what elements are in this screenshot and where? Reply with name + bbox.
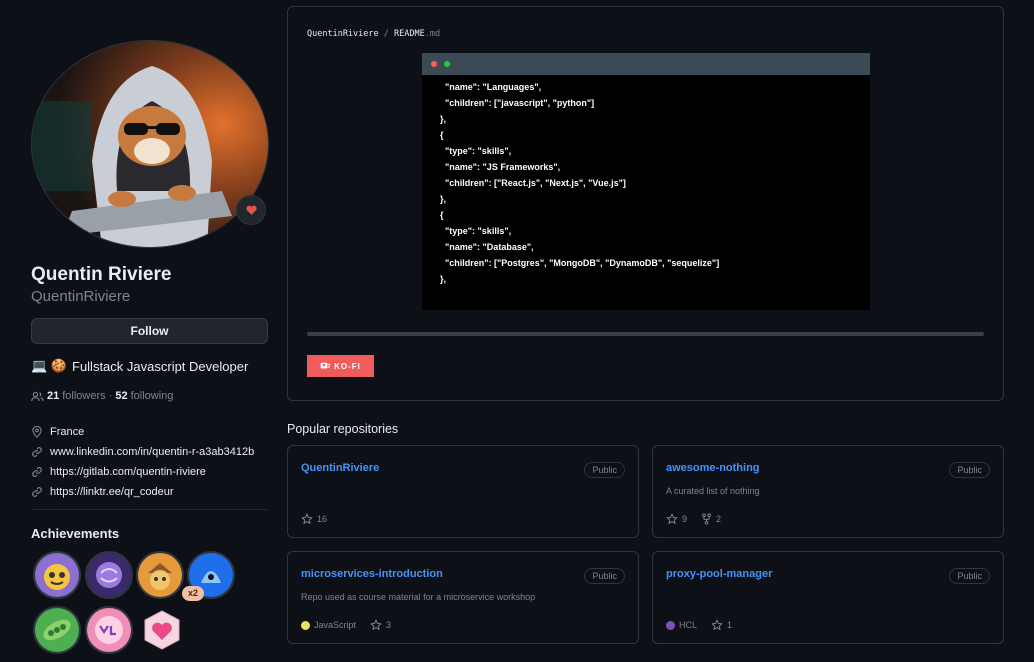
avatar[interactable] bbox=[31, 40, 269, 248]
terminal-title-bar bbox=[422, 53, 870, 75]
followers-label[interactable]: followers bbox=[62, 390, 105, 402]
follow-button[interactable]: Follow bbox=[31, 318, 268, 344]
popular-repositories-title: Popular repositories bbox=[287, 422, 399, 436]
fork-icon bbox=[702, 513, 711, 525]
language-color-dot bbox=[301, 620, 310, 630]
language-color-dot bbox=[666, 620, 675, 630]
linkedin-link-row[interactable]: www.linkedin.com/in/quentin-r-a3ab3412b bbox=[31, 442, 254, 462]
repo-visibility-badge: Public bbox=[584, 462, 625, 478]
star-icon bbox=[666, 513, 678, 524]
kofi-label: KO-FI bbox=[334, 361, 361, 371]
readme-file-name: README bbox=[394, 29, 425, 39]
readme-file-ext: .md bbox=[424, 29, 441, 39]
repo-name-link[interactable]: QuentinRiviere bbox=[301, 462, 379, 474]
repo-stars-count: 3 bbox=[386, 620, 392, 630]
repo-stars[interactable]: 3 bbox=[370, 619, 391, 631]
repo-name-link[interactable]: proxy-pool-manager bbox=[666, 568, 772, 580]
quickdraw-count-badge: x2 bbox=[182, 586, 205, 601]
repo-stars[interactable]: 1 bbox=[711, 619, 732, 631]
repo-card: microservices-introduction Public Repo u… bbox=[287, 551, 639, 644]
location-icon bbox=[32, 426, 42, 438]
repo-language: HCL bbox=[666, 620, 697, 630]
linkedin-link[interactable]: www.linkedin.com/in/quentin-r-a3ab3412b bbox=[50, 446, 254, 458]
repo-card: proxy-pool-manager Public HCL 1 bbox=[652, 551, 1004, 644]
followers-count[interactable]: 21 bbox=[47, 390, 59, 402]
repo-visibility-badge: Public bbox=[584, 568, 625, 584]
sponsor-heart-button[interactable] bbox=[236, 195, 266, 225]
terminal-close-dot bbox=[431, 61, 437, 67]
achievement-pull-shark-badge[interactable] bbox=[136, 551, 184, 599]
repo-forks[interactable]: 2 bbox=[701, 513, 721, 525]
repo-language: JavaScript bbox=[301, 620, 356, 630]
heart-icon bbox=[245, 205, 257, 215]
repo-description: Repo used as course material for a micro… bbox=[301, 592, 536, 602]
repo-stars-count: 1 bbox=[727, 620, 733, 630]
kofi-button[interactable]: KO-FI bbox=[307, 355, 374, 377]
bio-emojis: 💻 🍪 bbox=[31, 358, 67, 373]
star-icon bbox=[370, 619, 382, 630]
repo-description: A curated list of nothing bbox=[666, 486, 760, 496]
profile-bio: 💻 🍪 Fullstack Javascript Developer bbox=[31, 358, 248, 374]
avatar-container bbox=[31, 40, 269, 248]
linktree-link[interactable]: https://linktr.ee/qr_codeur bbox=[50, 486, 174, 498]
achievement-starstruck-badge[interactable] bbox=[33, 551, 81, 599]
achievement-public-sponsor-badge[interactable] bbox=[138, 606, 186, 654]
repo-stars[interactable]: 16 bbox=[301, 513, 327, 525]
repo-stars-count: 9 bbox=[682, 514, 688, 524]
readme-scrollbar[interactable] bbox=[307, 332, 984, 336]
repo-meta: 16 bbox=[301, 513, 327, 525]
repo-meta: HCL 1 bbox=[666, 619, 732, 631]
achievements-title: Achievements bbox=[31, 526, 120, 541]
repo-visibility-badge: Public bbox=[949, 462, 990, 478]
follow-stats: 21 followers · 52 following bbox=[31, 390, 173, 402]
repo-language-name: HCL bbox=[679, 620, 698, 630]
repo-stars-count: 16 bbox=[317, 514, 328, 524]
achievement-galaxy-brain-badge[interactable] bbox=[85, 551, 133, 599]
follow-separator: · bbox=[108, 390, 113, 402]
coffee-cup-icon bbox=[320, 362, 331, 369]
link-icon bbox=[32, 447, 42, 457]
readme-terminal-image: "name": "Languages", "children": ["javas… bbox=[422, 53, 870, 310]
terminal-code: "name": "Languages", "children": ["javas… bbox=[440, 82, 720, 284]
following-label[interactable]: following bbox=[131, 390, 174, 402]
repo-forks-count: 2 bbox=[716, 514, 722, 524]
linktree-link-row[interactable]: https://linktr.ee/qr_codeur bbox=[31, 482, 254, 502]
repo-meta: 9 2 bbox=[666, 513, 721, 525]
repo-stars[interactable]: 9 bbox=[666, 513, 687, 525]
repo-name-link[interactable]: microservices-introduction bbox=[301, 568, 443, 580]
repo-card: QuentinRiviere Public 16 bbox=[287, 445, 639, 538]
readme-owner-link[interactable]: QuentinRiviere bbox=[307, 29, 379, 39]
bio-text: Fullstack Javascript Developer bbox=[72, 358, 249, 374]
profile-name: Quentin Riviere bbox=[31, 264, 172, 285]
link-icon bbox=[32, 467, 42, 477]
repo-name-link[interactable]: awesome-nothing bbox=[666, 462, 760, 474]
gitlab-link[interactable]: https://gitlab.com/quentin-riviere bbox=[50, 466, 206, 478]
repo-meta: JavaScript 3 bbox=[301, 619, 391, 631]
star-icon bbox=[711, 619, 723, 630]
link-icon bbox=[32, 487, 42, 497]
sidebar-divider bbox=[31, 509, 268, 510]
gitlab-link-row[interactable]: https://gitlab.com/quentin-riviere bbox=[31, 462, 254, 482]
repo-card: awesome-nothing Public A curated list of… bbox=[652, 445, 1004, 538]
readme-breadcrumb: QuentinRiviere / README.md bbox=[307, 29, 440, 39]
achievement-pair-extraordinaire-badge[interactable] bbox=[33, 606, 81, 654]
profile-login: QuentinRiviere bbox=[31, 288, 131, 305]
location-text: France bbox=[50, 426, 85, 438]
people-icon bbox=[31, 391, 44, 401]
following-count[interactable]: 52 bbox=[115, 390, 127, 402]
profile-readme: QuentinRiviere / README.md "name": "Lang… bbox=[287, 6, 1004, 401]
repo-language-name: JavaScript bbox=[314, 620, 357, 630]
profile-details: France www.linkedin.com/in/quentin-r-a3a… bbox=[31, 422, 254, 502]
readme-breadcrumb-separator: / bbox=[383, 29, 389, 39]
terminal-maximize-dot bbox=[444, 61, 450, 67]
star-icon bbox=[301, 513, 313, 524]
repo-visibility-badge: Public bbox=[949, 568, 990, 584]
location-row: France bbox=[31, 422, 254, 442]
achievement-yolo-badge[interactable] bbox=[85, 606, 133, 654]
